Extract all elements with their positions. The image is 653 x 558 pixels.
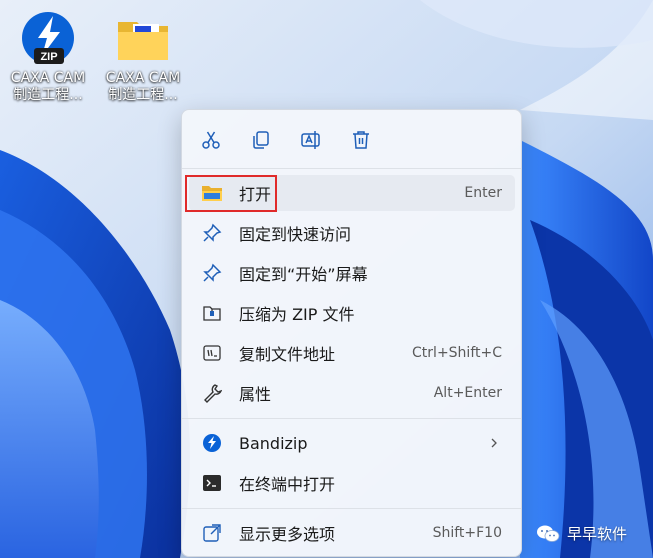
menu-item-compress-zip[interactable]: 压缩为 ZIP 文件: [189, 295, 515, 331]
wrench-icon: [201, 382, 223, 404]
desktop-icon-caxa-folder[interactable]: CAXA CAM 制造工程...: [97, 4, 189, 104]
menu-item-properties[interactable]: 属性 Alt+Enter: [189, 375, 515, 411]
cut-button[interactable]: [195, 124, 227, 156]
desktop-icon-subtitle: 制造工程...: [13, 87, 83, 103]
menu-item-label: 固定到快速访问: [239, 225, 352, 244]
copy-icon: [253, 131, 269, 149]
menu-item-pin-start[interactable]: 固定到“开始”屏幕: [189, 255, 515, 291]
menu-item-label: 属性: [239, 385, 272, 404]
delete-button[interactable]: [345, 124, 377, 156]
menu-item-label: 固定到“开始”屏幕: [239, 265, 368, 284]
chevron-right-icon: [489, 434, 499, 453]
menu-item-shortcut: Shift+F10: [432, 525, 502, 541]
rename-icon: [301, 131, 320, 149]
menu-item-copy-path[interactable]: 复制文件地址 Ctrl+Shift+C: [189, 335, 515, 371]
menu-item-label: 压缩为 ZIP 文件: [239, 305, 355, 324]
zip-folder-icon: [201, 302, 223, 324]
menu-item-label: Bandizip: [239, 433, 308, 453]
wechat-icon: [536, 525, 560, 542]
svg-text:ZIP: ZIP: [40, 51, 57, 63]
menu-separator: [182, 508, 521, 509]
pin-icon: [201, 262, 223, 284]
menu-item-pin-quick-access[interactable]: 固定到快速访问: [189, 215, 515, 251]
menu-item-shortcut: Alt+Enter: [433, 385, 502, 401]
menu-item-shortcut: Ctrl+Shift+C: [412, 345, 502, 361]
desktop-icon-subtitle: 制造工程...: [108, 87, 178, 103]
terminal-icon: [201, 472, 223, 494]
pin-icon: [201, 222, 223, 244]
bandizip-icon: [201, 432, 223, 454]
copy-button[interactable]: [245, 124, 277, 156]
menu-separator: [182, 418, 521, 419]
cut-icon: [202, 131, 220, 149]
menu-item-label: 显示更多选项: [239, 525, 336, 544]
watermark-text: 早早软件: [566, 525, 627, 543]
menu-item-label: 在终端中打开: [239, 475, 336, 494]
desktop-icon-title: CAXA CAM: [10, 70, 86, 86]
rename-button[interactable]: [295, 124, 327, 156]
delete-icon: [353, 131, 369, 149]
more-options-icon: [201, 522, 223, 544]
menu-separator: [182, 168, 521, 169]
desktop-icon-title: CAXA CAM: [105, 70, 181, 86]
folder-icon: [115, 10, 171, 66]
menu-item-open-terminal[interactable]: 在终端中打开: [189, 465, 515, 501]
menu-item-show-more-options[interactable]: 显示更多选项 Shift+F10: [189, 515, 515, 551]
menu-item-shortcut: Enter: [464, 185, 502, 201]
watermark: 早早软件: [536, 523, 627, 544]
desktop-icon-caxa-zip[interactable]: ZIP CAXA CAM 制造工程...: [2, 4, 94, 104]
menu-item-label: 复制文件地址: [239, 345, 336, 364]
bandizip-zip-icon: ZIP: [20, 10, 76, 66]
menu-item-bandizip[interactable]: Bandizip: [189, 425, 515, 461]
annotation-highlight-box: [185, 175, 277, 212]
copy-path-icon: [201, 342, 223, 364]
